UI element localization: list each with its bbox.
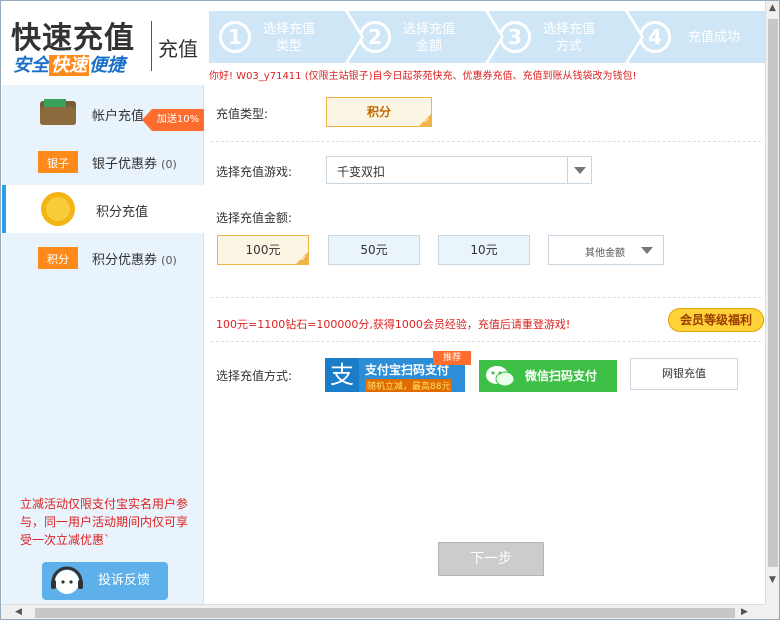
gold-coin-icon (41, 192, 75, 226)
step-label: 选择充值类型 (262, 22, 315, 54)
wechat-label: 微信扫码支付 (525, 369, 598, 383)
step-label: 选择充值方式 (542, 22, 595, 54)
alipay-promo: 随机立减，最高88元 (365, 379, 453, 392)
svg-text:银子: 银子 (47, 156, 69, 170)
step-4: 4 充值成功 (629, 11, 765, 63)
divider (211, 141, 761, 142)
main-panel: 充值类型: 积分 ✓ 选择充值游戏: 千变双扣 选择充值金额: 100元 ✓ 50元… (205, 85, 765, 604)
chevron-down-icon (641, 247, 653, 254)
other-amount-label: 其他金额 (585, 248, 625, 259)
divider (211, 297, 761, 298)
wechat-pay-button[interactable]: 微信扫码支付 (479, 360, 617, 392)
brand-logo: 快速充值 安全 快速 便捷 充值 (11, 11, 201, 77)
check-icon: ✓ (423, 116, 430, 125)
step-number: 1 (219, 21, 251, 53)
amount-value: 50元 (360, 243, 388, 257)
scroll-right-icon[interactable]: ▶ (741, 607, 748, 617)
progress-steps: 1 选择充值类型 2 选择充值金额 3 选择充值方式 4 充值成功 (209, 11, 765, 63)
step-label: 选择充值金额 (402, 22, 455, 54)
feedback-button[interactable]: 投诉反馈 (42, 562, 168, 600)
sidebar-item-label: 银子优惠券 (0) (92, 153, 177, 172)
sidebar-item-account-recharge[interactable]: 帐户充值 加送10% (2, 89, 204, 137)
vip-benefits-button[interactable]: 会员等级福利 (668, 308, 764, 332)
game-label: 选择充值游戏: (216, 165, 293, 179)
step-label: 充值成功 (687, 30, 740, 45)
sidebar-item-label: 积分优惠券 (0) (92, 249, 177, 268)
game-select-value: 千变双扣 (337, 165, 386, 179)
game-select[interactable]: 千变双扣 (326, 156, 592, 184)
scroll-down-icon[interactable]: ▼ (769, 575, 776, 585)
step-1: 1 选择充值类型 (209, 11, 364, 63)
method-label: 选择充值方式: (216, 369, 293, 383)
scroll-up-icon[interactable]: ▲ (769, 3, 776, 13)
step-3: 3 选择充值方式 (489, 11, 644, 63)
netbank-button[interactable]: 网银充值 (630, 358, 738, 390)
sidebar-item-points-recharge[interactable]: 积分充值 (2, 185, 204, 233)
type-label: 充值类型: (216, 107, 269, 121)
label-text: 银子优惠券 (92, 157, 158, 172)
wallet-icon (40, 99, 76, 125)
amount-option-50[interactable]: 50元 (328, 235, 420, 265)
points-coupon-icon: 积分 (38, 247, 78, 269)
vertical-scrollbar[interactable]: ▲ ▼ (765, 1, 779, 604)
horizontal-scrollbar[interactable]: ◀ ▶ (1, 604, 765, 619)
feedback-label: 投诉反馈 (98, 573, 151, 588)
sidebar-item-label: 积分充值 (96, 205, 149, 220)
amount-option-100[interactable]: 100元 ✓ (217, 235, 309, 265)
step-2: 2 选择充值金额 (349, 11, 504, 63)
label-text: 积分优惠券 (92, 253, 158, 268)
scroll-corner (765, 604, 779, 619)
header: 快速充值 安全 快速 便捷 充值 1 选择充值类型 2 选择充值金额 3 选择充值方… (1, 1, 765, 83)
conversion-description: 100元=1100钻石=100000分,获得1000会员经验，充值后请重登游戏! (216, 318, 571, 331)
brand-subtitle: 充值 (158, 37, 198, 61)
amount-label: 选择充值金额: (216, 211, 293, 225)
promo-notice: 立减活动仅限支付宝实名用户参与，同一用户活动期间内仅可享受一次立减优惠` (20, 497, 189, 547)
slogan-fast: 快速 (49, 55, 89, 76)
alipay-icon: 支 (325, 358, 359, 392)
recommend-badge: 推荐 (433, 351, 471, 365)
slogan-safe: 安全 (13, 55, 49, 76)
headset-icon (51, 566, 83, 594)
notice-text: 你好! W03_y71411 (仅限主站银子)自今日起茶苑快充、优惠券充值、充值… (209, 71, 637, 82)
scroll-left-icon[interactable]: ◀ (15, 607, 22, 617)
bonus-tag: 加送10% (142, 109, 204, 131)
brand-divider (151, 21, 152, 71)
check-icon: ✓ (300, 254, 307, 263)
count-badge: (0) (161, 158, 177, 171)
next-step-button[interactable]: 下一步 (438, 542, 544, 576)
brand-slogan: 安全 快速 便捷 (13, 51, 125, 77)
sidebar: 帐户充值 加送10% 银子 银子优惠券 (0) 积分充值 积分 积分优惠券 (0… (2, 85, 204, 604)
horizontal-scroll-thumb[interactable] (35, 608, 735, 618)
svg-text:积分: 积分 (47, 253, 69, 266)
count-badge: (0) (161, 254, 177, 267)
dropdown-button[interactable] (567, 157, 591, 183)
type-option-points[interactable]: 积分 ✓ (326, 97, 432, 127)
amount-value: 10元 (470, 243, 498, 257)
amount-value: 100元 (245, 243, 281, 257)
amount-option-10[interactable]: 10元 (438, 235, 530, 265)
sidebar-item-points-coupon[interactable]: 积分 积分优惠券 (0) (2, 233, 204, 281)
slogan-easy: 便捷 (89, 55, 125, 76)
vertical-scroll-thumb[interactable] (768, 19, 778, 567)
chevron-down-icon (574, 167, 586, 174)
sidebar-item-label: 帐户充值 (92, 109, 145, 124)
divider (211, 341, 761, 342)
type-value: 积分 (366, 105, 391, 119)
recharge-window: 快速充值 安全 快速 便捷 充值 1 选择充值类型 2 选择充值金额 3 选择充值方… (0, 0, 780, 620)
other-amount-select[interactable]: 其他金额 (548, 235, 664, 265)
wechat-icon (486, 366, 515, 387)
silver-coupon-icon: 银子 (38, 151, 78, 173)
sidebar-item-silver-coupon[interactable]: 银子 银子优惠券 (0) (2, 137, 204, 185)
